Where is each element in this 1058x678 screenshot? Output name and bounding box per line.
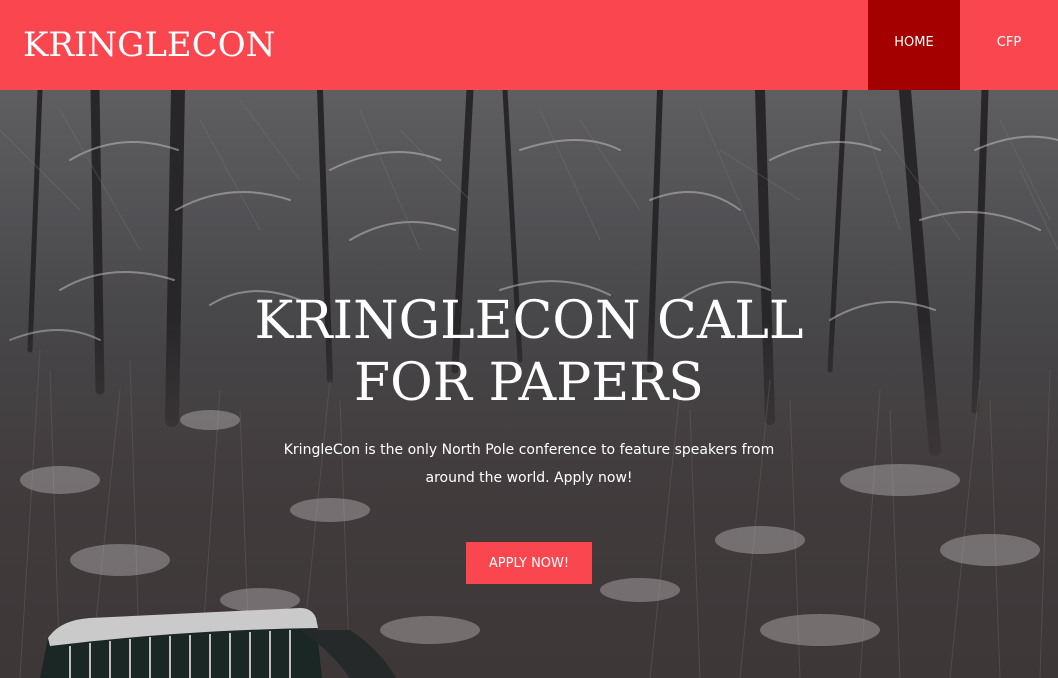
apply-now-button[interactable]: APPLY NOW!	[466, 542, 592, 584]
nav-cfp-link[interactable]: CFP	[960, 0, 1058, 90]
nav-home-link[interactable]: HOME	[868, 0, 960, 90]
site-header: KRINGLECON HOME CFP	[0, 0, 1058, 90]
site-logo[interactable]: KRINGLECON	[23, 25, 275, 65]
hero-title: KRINGLECON CALL FOR PAPERS	[254, 291, 804, 413]
hero-subtitle: KringleCon is the only North Pole confer…	[283, 442, 775, 486]
page: KRINGLECON HOME CFP KRINGLECON CALL FOR …	[0, 0, 1058, 678]
hero-section: KRINGLECON CALL FOR PAPERS KringleCon is…	[0, 90, 1058, 678]
main-nav: HOME CFP	[868, 0, 1058, 90]
